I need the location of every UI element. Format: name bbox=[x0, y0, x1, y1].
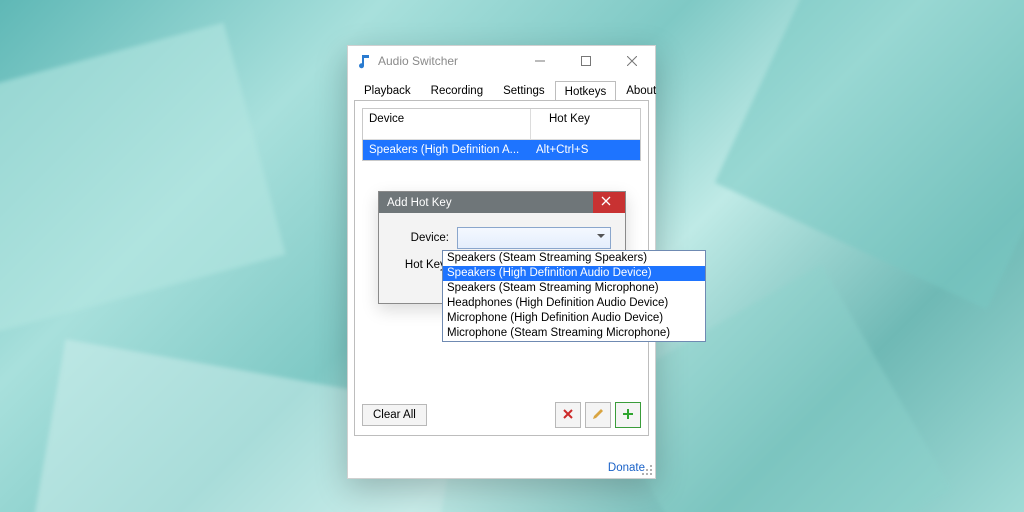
edit-button[interactable] bbox=[585, 402, 611, 428]
titlebar[interactable]: Audio Switcher bbox=[348, 46, 655, 76]
plus-icon bbox=[621, 407, 635, 424]
table-header: Device Hot Key bbox=[363, 109, 640, 140]
minimize-button[interactable] bbox=[517, 46, 563, 76]
tab-recording[interactable]: Recording bbox=[421, 80, 493, 100]
delete-icon bbox=[561, 407, 575, 424]
window-title: Audio Switcher bbox=[378, 54, 517, 68]
dialog-close-button[interactable] bbox=[593, 192, 625, 213]
hotkey-label: Hot Key: bbox=[393, 259, 449, 271]
col-hotkey[interactable]: Hot Key bbox=[543, 109, 596, 139]
tab-strip: Playback Recording Settings Hotkeys Abou… bbox=[348, 76, 655, 100]
tab-about[interactable]: About bbox=[616, 80, 666, 100]
device-dropdown-list[interactable]: Speakers (Steam Streaming Speakers) Spea… bbox=[442, 250, 706, 342]
list-item[interactable]: Microphone (Steam Streaming Microphone) bbox=[443, 326, 705, 341]
maximize-button[interactable] bbox=[563, 46, 609, 76]
clear-all-button[interactable]: Clear All bbox=[362, 404, 427, 426]
tab-hotkeys[interactable]: Hotkeys bbox=[555, 81, 617, 101]
dialog-title: Add Hot Key bbox=[379, 197, 593, 209]
dialog-titlebar[interactable]: Add Hot Key bbox=[379, 192, 625, 213]
list-item[interactable]: Speakers (High Definition Audio Device) bbox=[443, 266, 705, 281]
device-label: Device: bbox=[393, 232, 449, 244]
cell-device: Speakers (High Definition A... bbox=[363, 140, 530, 160]
donate-link[interactable]: Donate bbox=[608, 462, 645, 474]
delete-button[interactable] bbox=[555, 402, 581, 428]
col-divider bbox=[530, 109, 543, 139]
close-icon bbox=[593, 196, 625, 209]
list-item[interactable]: Microphone (High Definition Audio Device… bbox=[443, 311, 705, 326]
list-item[interactable]: Speakers (Steam Streaming Speakers) bbox=[443, 251, 705, 266]
cell-hotkey: Alt+Ctrl+S bbox=[530, 140, 640, 160]
close-button[interactable] bbox=[609, 46, 655, 76]
resize-grip[interactable] bbox=[641, 464, 653, 476]
tab-settings[interactable]: Settings bbox=[493, 80, 555, 100]
bg-crystal bbox=[0, 23, 286, 338]
add-button[interactable] bbox=[615, 402, 641, 428]
chevron-down-icon bbox=[596, 231, 606, 244]
tab-playback[interactable]: Playback bbox=[354, 80, 421, 100]
list-item[interactable]: Speakers (Steam Streaming Microphone) bbox=[443, 281, 705, 296]
list-item[interactable]: Headphones (High Definition Audio Device… bbox=[443, 296, 705, 311]
col-device[interactable]: Device bbox=[363, 109, 530, 139]
pencil-icon bbox=[591, 407, 605, 424]
bg-crystal bbox=[715, 0, 1024, 309]
table-row[interactable]: Speakers (High Definition A... Alt+Ctrl+… bbox=[363, 140, 640, 160]
button-row: Clear All bbox=[362, 402, 641, 428]
device-combobox[interactable] bbox=[457, 227, 611, 249]
music-note-icon bbox=[356, 53, 372, 69]
hotkey-table: Device Hot Key Speakers (High Definition… bbox=[362, 108, 641, 161]
